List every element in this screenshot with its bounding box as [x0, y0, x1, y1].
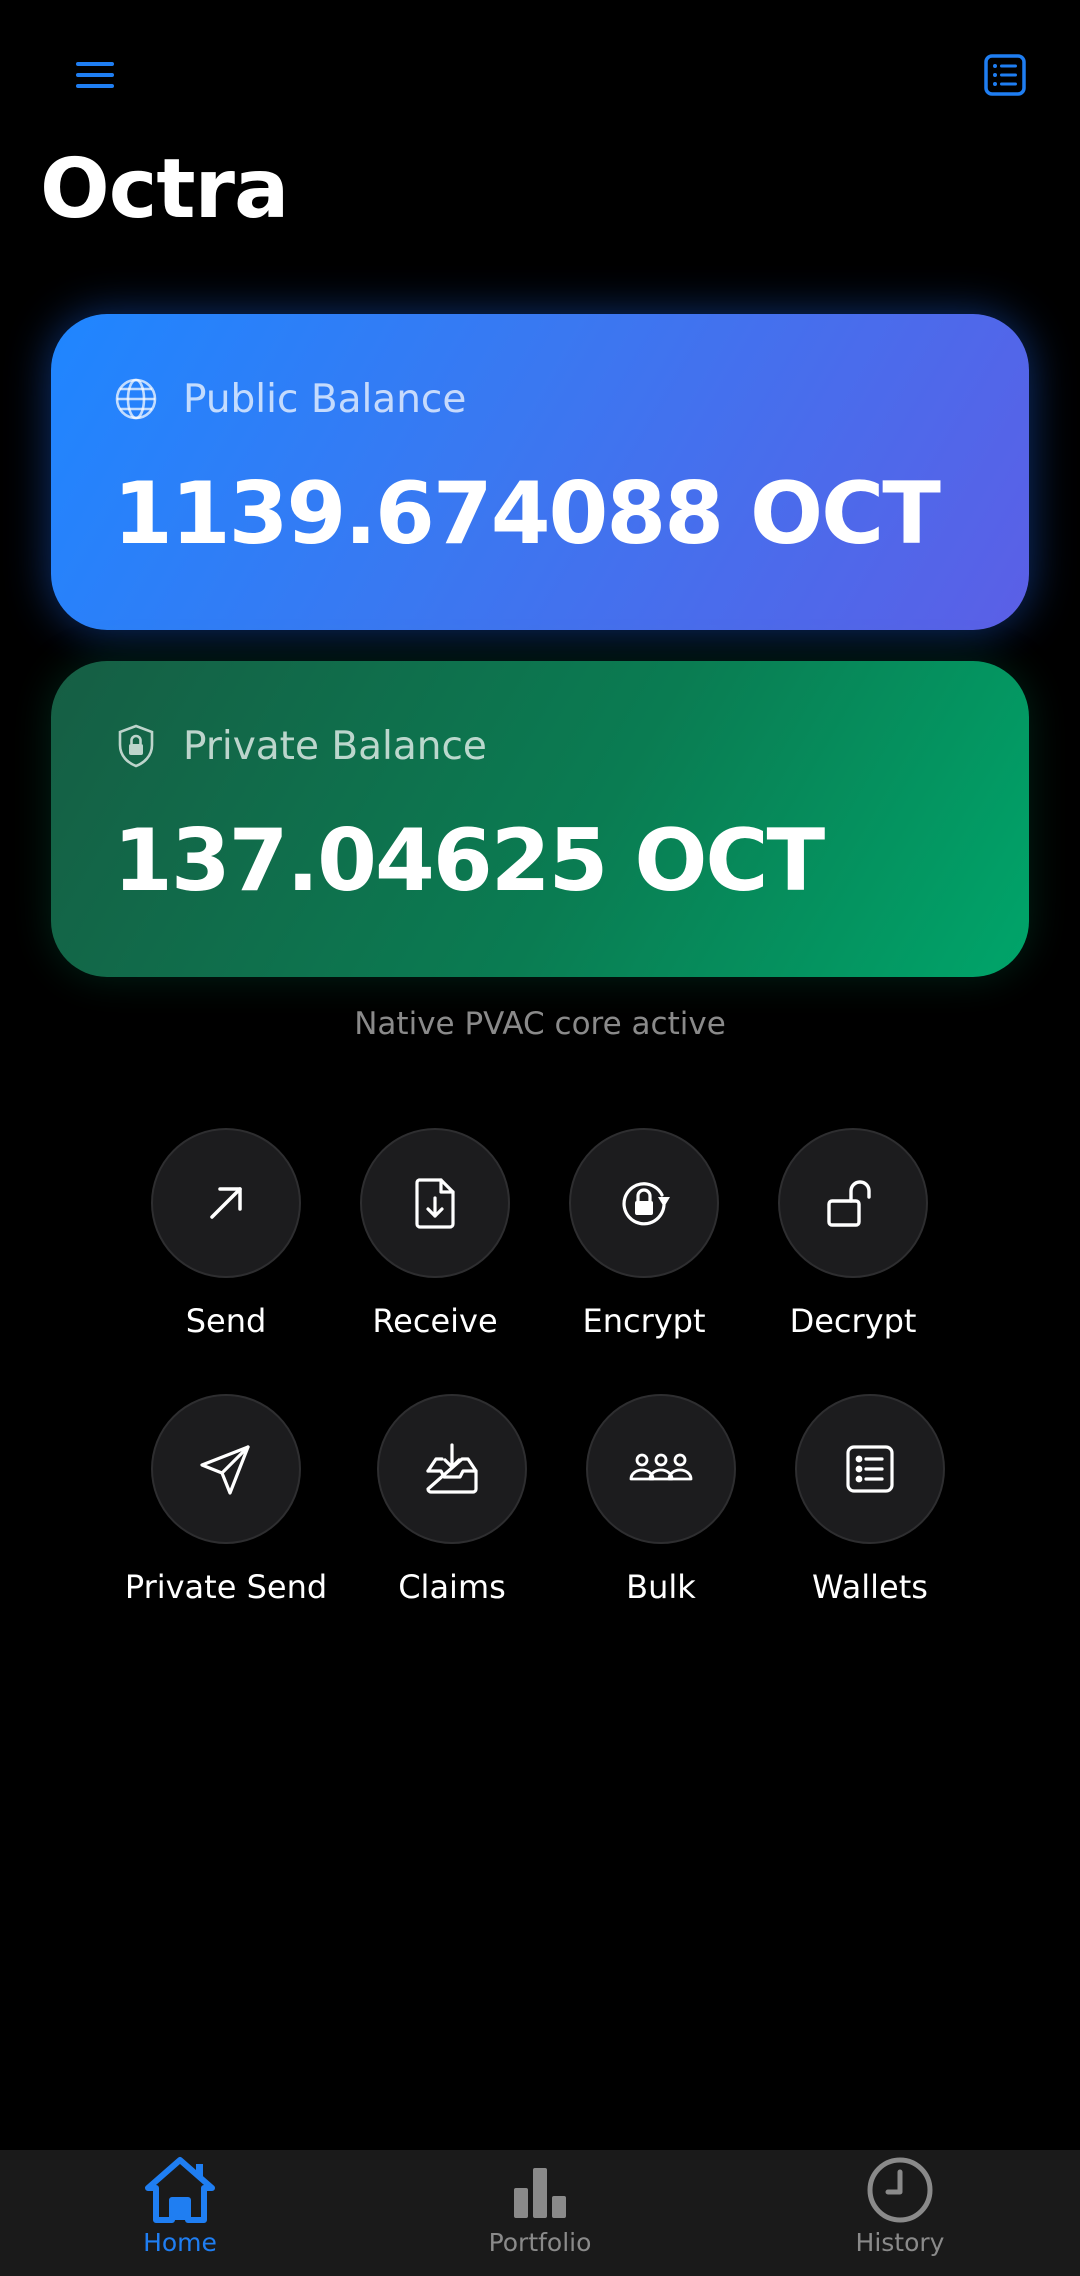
- send-label: Send: [185, 1302, 267, 1340]
- private-balance-card[interactable]: Private Balance 137.04625 OCT: [51, 661, 1029, 977]
- bar-chart-icon: [514, 2168, 566, 2218]
- wallets-button-circle[interactable]: [795, 1394, 945, 1544]
- top-bar: [0, 0, 1080, 150]
- decrypt-label: Decrypt: [789, 1302, 917, 1340]
- globe-icon: [113, 376, 159, 422]
- encrypt-button[interactable]: Encrypt: [539, 1128, 749, 1340]
- private-balance-label: Private Balance: [183, 723, 487, 769]
- hamburger-menu-icon: [76, 62, 114, 88]
- users-group-icon: [629, 1453, 693, 1481]
- page-title: Octra: [40, 142, 289, 237]
- send-button[interactable]: Send: [121, 1128, 331, 1340]
- shield-lock-icon: [113, 723, 159, 769]
- encrypt-button-circle[interactable]: [569, 1128, 719, 1278]
- menu-button[interactable]: [64, 46, 128, 104]
- public-balance-value: 1139.674088 OCT: [113, 464, 941, 564]
- decrypt-button[interactable]: Decrypt: [748, 1128, 958, 1340]
- claims-label: Claims: [398, 1568, 506, 1606]
- private-balance-header: Private Balance: [113, 723, 487, 769]
- public-balance-card[interactable]: Public Balance 1139.674088 OCT: [51, 314, 1029, 630]
- nav-portfolio[interactable]: Portfolio: [420, 2154, 660, 2257]
- receive-button-circle[interactable]: [360, 1128, 510, 1278]
- private-send-button[interactable]: Private Send: [121, 1394, 331, 1606]
- nav-home[interactable]: Home: [60, 2154, 300, 2257]
- receive-button[interactable]: Receive: [330, 1128, 540, 1340]
- list-icon: [846, 1445, 894, 1493]
- bulk-button[interactable]: Bulk: [556, 1394, 766, 1606]
- encrypt-label: Encrypt: [582, 1302, 706, 1340]
- unlock-icon: [827, 1180, 871, 1227]
- wallet-list-button[interactable]: [972, 46, 1038, 104]
- lock-rotate-icon: [622, 1182, 670, 1226]
- arrow-up-right-icon: [210, 1187, 242, 1219]
- public-balance-label: Public Balance: [183, 376, 467, 422]
- wallets-button[interactable]: Wallets: [765, 1394, 975, 1606]
- clock-icon: [867, 2157, 933, 2223]
- nav-home-label: Home: [143, 2228, 217, 2257]
- bulk-label: Bulk: [626, 1568, 696, 1606]
- claims-button[interactable]: Claims: [347, 1394, 557, 1606]
- wallets-label: Wallets: [812, 1568, 928, 1606]
- paper-plane-icon: [200, 1445, 250, 1495]
- nav-history-label: History: [855, 2228, 945, 2257]
- decrypt-button-circle[interactable]: [778, 1128, 928, 1278]
- receive-label: Receive: [372, 1302, 498, 1340]
- send-button-circle[interactable]: [151, 1128, 301, 1278]
- private-send-button-circle[interactable]: [151, 1394, 301, 1544]
- file-download-icon: [415, 1178, 455, 1229]
- bottom-navigation: Home Portfolio History: [0, 2150, 1080, 2276]
- nav-history[interactable]: History: [780, 2154, 1020, 2257]
- bulk-button-circle[interactable]: [586, 1394, 736, 1544]
- home-icon: [145, 2157, 215, 2223]
- list-icon: [984, 54, 1026, 96]
- pvac-status-text: Native PVAC core active: [354, 1006, 726, 1042]
- public-balance-header: Public Balance: [113, 376, 466, 422]
- private-send-label: Private Send: [124, 1568, 328, 1606]
- nav-portfolio-label: Portfolio: [488, 2228, 592, 2257]
- private-balance-value: 137.04625 OCT: [113, 811, 825, 911]
- inbox-download-icon: [426, 1443, 478, 1494]
- claims-button-circle[interactable]: [377, 1394, 527, 1544]
